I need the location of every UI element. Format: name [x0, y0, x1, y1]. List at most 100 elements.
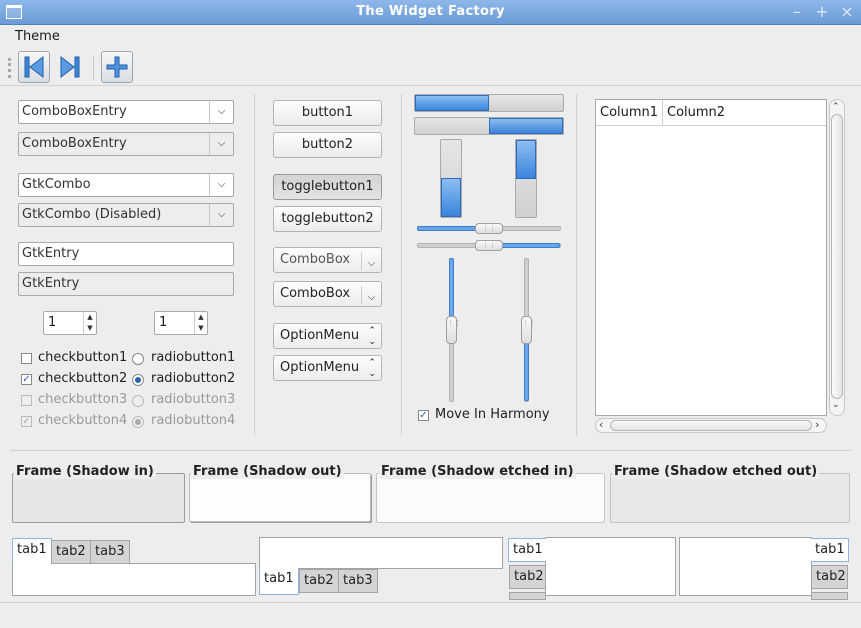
notebook-right-tab3[interactable]	[811, 592, 848, 600]
chevron-down-icon[interactable]: ⌵	[209, 174, 233, 196]
notebook-left-tab3[interactable]	[509, 592, 546, 600]
scale-v2-slider[interactable]: ⋮⋮	[521, 316, 536, 344]
notebook-right-page	[679, 537, 812, 596]
scroll-left-icon[interactable]: ‹	[599, 418, 603, 431]
notebook-left-tab1[interactable]: tab1	[508, 538, 546, 562]
horizontal-scrollbar[interactable]: ‹ ›	[595, 418, 827, 433]
frame-shadow-etched-in	[376, 473, 605, 523]
notebook-left-tab2[interactable]: tab2	[509, 565, 546, 589]
minimize-icon[interactable]: –	[788, 3, 806, 21]
optionmenu-1[interactable]: OptionMenu ⌃ ⌄	[273, 323, 382, 349]
combobox-2-label: ComboBox	[280, 286, 351, 301]
frame-shadow-in-label: Frame (Shadow in)	[14, 464, 156, 479]
checkbutton2-label[interactable]: checkbutton2	[38, 371, 127, 386]
go-last-button[interactable]	[54, 51, 86, 83]
spin-button-2[interactable]: 1 ▲ ▼	[154, 311, 208, 335]
maximize-icon[interactable]: +	[813, 3, 831, 21]
checkbutton1-box[interactable]	[21, 353, 32, 364]
checkbutton2-box[interactable]: ✓	[21, 374, 32, 385]
scroll-right-icon[interactable]: ›	[815, 418, 819, 431]
notebook-top-tab1[interactable]: tab1	[12, 538, 52, 564]
scale-v2[interactable]: ⋮⋮	[521, 258, 536, 402]
spin-arrows-icon[interactable]: ▲ ▼	[194, 312, 207, 334]
gtk-entry-2: GtkEntry	[18, 272, 234, 296]
close-icon[interactable]: ×	[838, 3, 856, 21]
toolbar-grip[interactable]	[8, 58, 11, 78]
checkbutton4-label: checkbutton4	[38, 413, 128, 428]
combo-box-entry-1[interactable]: ComboBoxEntry ⌵	[18, 100, 234, 124]
notebook-top-tab2[interactable]: tab2	[51, 540, 91, 564]
column-header-1[interactable]: Column1	[596, 100, 663, 126]
scroll-up-icon[interactable]: ⌃	[832, 102, 840, 112]
chevron-down-icon[interactable]: ⌵	[209, 101, 233, 123]
radiobutton1-label[interactable]: radiobutton1	[151, 350, 235, 365]
button1[interactable]: button1	[273, 100, 382, 126]
notebook-right-tab2[interactable]: tab2	[811, 565, 848, 589]
spin-arrows-icon[interactable]: ▲ ▼	[83, 312, 96, 334]
optionmenu-2[interactable]: OptionMenu ⌃ ⌄	[273, 355, 382, 381]
scale-h1[interactable]: ⋮⋮	[417, 223, 561, 234]
optionmenu-2-label: OptionMenu	[280, 360, 360, 375]
add-button[interactable]	[101, 51, 133, 83]
add-icon	[106, 56, 128, 78]
radiobutton1-circle[interactable]	[132, 353, 144, 365]
scale-h2[interactable]: ⋮⋮	[417, 240, 561, 251]
scale-h1-slider[interactable]: ⋮⋮	[475, 223, 503, 234]
checkbutton1-label[interactable]: checkbutton1	[38, 350, 127, 365]
gtk-combo-1[interactable]: GtkCombo ⌵	[18, 173, 234, 197]
menu-bar: Theme	[0, 25, 861, 47]
chevron-down-icon: ⌵	[361, 286, 381, 304]
scale-v1[interactable]: ⋮⋮	[446, 258, 461, 402]
updown-icon: ⌃ ⌄	[368, 326, 376, 347]
column-separator	[401, 94, 402, 436]
move-in-harmony-label[interactable]: Move In Harmony	[435, 407, 550, 422]
progress-fill-h1	[415, 95, 489, 111]
bottom-separator	[0, 602, 861, 603]
notebook-bottom-tab3[interactable]: tab3	[338, 569, 378, 593]
notebook-top-tab3[interactable]: tab3	[90, 540, 130, 564]
togglebutton1[interactable]: togglebutton1	[273, 174, 382, 200]
combo-box-entry-2[interactable]: ComboBoxEntry ⌵	[18, 132, 234, 156]
notebook-right-tab1[interactable]: tab1	[811, 538, 849, 562]
button2[interactable]: button2	[273, 132, 382, 158]
go-first-button[interactable]	[18, 51, 50, 83]
combobox-2[interactable]: ComboBox ⌵	[273, 281, 382, 307]
checkbutton3-label: checkbutton3	[38, 392, 128, 407]
notebook-bottom-tab1[interactable]: tab1	[259, 568, 299, 595]
radiobutton2-circle[interactable]	[132, 374, 144, 386]
radiobutton3-label: radiobutton3	[151, 392, 236, 407]
frame-shadow-etched-out-label: Frame (Shadow etched out)	[612, 464, 820, 479]
progress-bar-h2	[414, 117, 564, 135]
checkbutton3-box	[21, 395, 32, 406]
combobox-1[interactable]: ComboBox ⌵	[273, 247, 382, 273]
scale-v1-slider[interactable]: ⋮⋮	[446, 316, 461, 344]
chevron-down-icon[interactable]: ⌵	[209, 133, 233, 155]
move-in-harmony-box[interactable]: ✓	[418, 410, 429, 421]
progress-bar-h1	[414, 94, 564, 112]
combo-box-entry-1-text: ComboBoxEntry	[22, 104, 127, 119]
spin-button-1-value: 1	[48, 315, 57, 330]
scale-h2-slider[interactable]: ⋮⋮	[475, 240, 503, 251]
progress-fill-v2	[516, 140, 536, 179]
vertical-scrollbar-thumb[interactable]	[831, 114, 843, 399]
togglebutton2[interactable]: togglebutton2	[273, 206, 382, 232]
spin-button-1[interactable]: 1 ▲ ▼	[43, 311, 97, 335]
column-header-2[interactable]: Column2	[663, 100, 826, 126]
radiobutton2-label[interactable]: radiobutton2	[151, 371, 235, 386]
notebook-bottom-page	[259, 537, 503, 569]
notebook-top-page	[12, 563, 256, 596]
gtk-combo-2-text: GtkCombo (Disabled)	[22, 207, 162, 222]
progress-bar-v2	[515, 139, 537, 218]
combobox-1-label: ComboBox	[280, 252, 351, 267]
toolbar-separator	[93, 56, 94, 80]
gtk-entry-1[interactable]: GtkEntry	[18, 242, 234, 266]
gtk-combo-1-text: GtkCombo	[22, 177, 91, 192]
tree-view[interactable]: Column1 Column2	[595, 99, 827, 416]
vertical-scrollbar[interactable]: ⌃ ⌄	[829, 99, 845, 416]
menu-theme[interactable]: Theme	[8, 28, 67, 45]
horizontal-scrollbar-thumb[interactable]	[610, 420, 812, 431]
go-first-icon	[24, 55, 44, 79]
notebook-bottom-tab2[interactable]: tab2	[299, 569, 339, 593]
progress-bar-v1	[440, 139, 462, 218]
scroll-down-icon[interactable]: ⌄	[832, 400, 840, 410]
